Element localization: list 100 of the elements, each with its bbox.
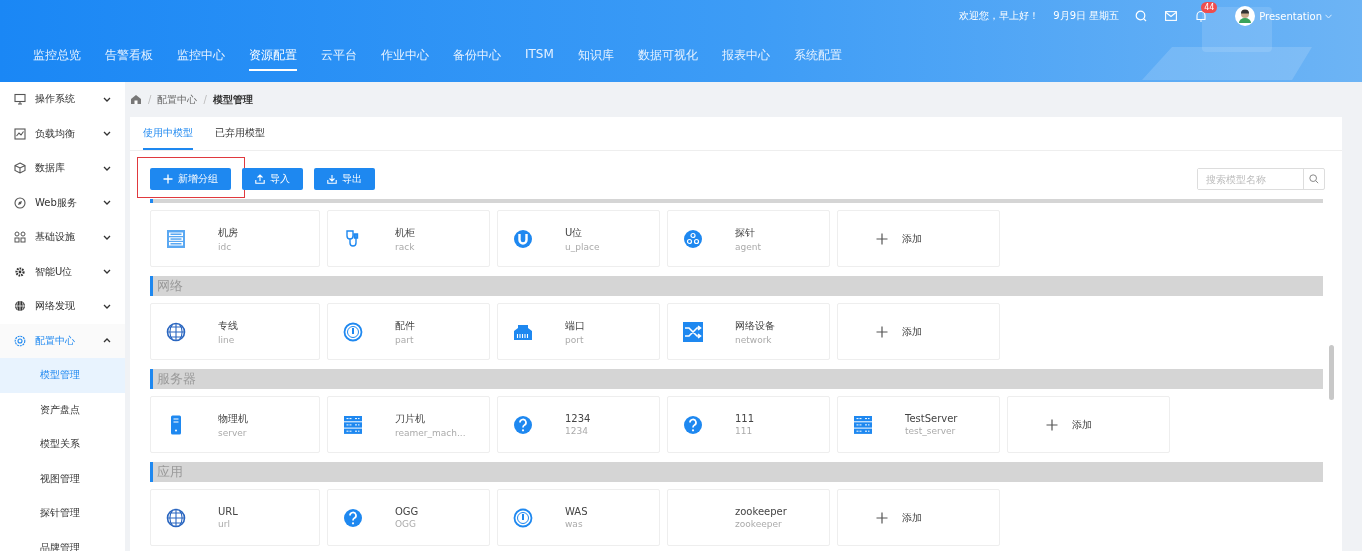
avatar-icon [1235, 6, 1256, 26]
cube-icon [14, 162, 26, 175]
model-name: 专线 [218, 318, 238, 333]
server-rack-icon [343, 414, 363, 435]
model-name: 物理机 [218, 411, 248, 426]
chevron-down-icon [1325, 13, 1332, 19]
model-code: line [218, 334, 236, 345]
home-icon [130, 94, 142, 105]
sidebar-item[interactable]: 数据库 [0, 151, 125, 186]
model-card[interactable]: WAS was [497, 489, 660, 546]
sidebar-subitem[interactable]: 探针管理 [0, 496, 125, 531]
model-card[interactable]: U位 u_place [497, 210, 660, 267]
download-icon [327, 174, 337, 184]
model-code: part [395, 334, 415, 345]
sidebar-subitem[interactable]: 品牌管理 [0, 530, 125, 551]
model-card[interactable]: 网络设备 network [667, 303, 830, 360]
model-code: 1234 [565, 426, 589, 436]
model-code: reamer_mach... [395, 427, 466, 438]
chevron-down-icon [103, 233, 111, 241]
server-list-icon [166, 228, 186, 249]
chevron-down-icon [103, 199, 111, 207]
model-name: TestServer [905, 413, 958, 424]
model-code: was [565, 519, 584, 529]
model-card[interactable]: zookeeper zookeeper [667, 489, 830, 546]
add-card[interactable]: 添加 [837, 489, 1000, 546]
search-icon [1135, 10, 1148, 22]
globe-icon [14, 300, 26, 313]
model-card[interactable]: 1234 1234 [497, 396, 660, 453]
chevron-down-icon [103, 268, 111, 276]
sidebar-item[interactable]: Web服务 [0, 185, 125, 220]
chevron-down-icon [103, 95, 111, 103]
sidebar-item[interactable]: 负载均衡 [0, 116, 125, 151]
breadcrumb-link[interactable]: 配置中心 [157, 92, 198, 107]
server-rack-icon [853, 414, 873, 435]
model-code: rack [395, 241, 415, 252]
model-card[interactable]: 刀片机 reamer_mach... [327, 396, 490, 453]
model-code: url [218, 519, 231, 529]
gauge-icon [513, 507, 533, 528]
model-code: test_server [905, 426, 957, 436]
chevron-down-icon [103, 130, 111, 138]
model-card[interactable]: 机柜 rack [327, 210, 490, 267]
breadcrumb-separator: / [203, 94, 207, 105]
model-card[interactable]: 专线 line [150, 303, 320, 360]
model-name: zookeeper [735, 506, 787, 517]
model-card[interactable]: 配件 part [327, 303, 490, 360]
breadcrumb-separator: / [148, 94, 152, 105]
gauge-icon [343, 321, 363, 342]
model-card[interactable]: 111 111 [667, 396, 830, 453]
model-card[interactable]: 物理机 server [150, 396, 320, 453]
sidebar-item[interactable]: 网络发现 [0, 289, 125, 324]
model-code: agent [735, 241, 761, 252]
letter-u-icon [513, 228, 533, 249]
chevron-up-icon [103, 337, 111, 345]
date-text: 9月9日 星期五 [1053, 9, 1120, 23]
search-icon [1309, 174, 1319, 184]
plus-icon [876, 511, 888, 524]
model-card[interactable]: TestServer test_server [837, 396, 1000, 453]
toolbar-button[interactable]: 导出 [314, 168, 375, 190]
model-card[interactable]: 端口 port [497, 303, 660, 360]
add-card[interactable]: 添加 [837, 303, 1000, 360]
sidebar-item[interactable]: 智能U位 [0, 254, 125, 289]
add-card[interactable]: 添加 [1007, 396, 1170, 453]
sidebar-item[interactable]: 操作系统 [0, 82, 125, 117]
model-name: 111 [735, 413, 755, 424]
model-name: 1234 [565, 413, 591, 424]
sidebar-subitem[interactable]: 视图管理 [0, 461, 125, 496]
model-name: 刀片机 [395, 411, 426, 426]
toolbar-button[interactable]: 新增分组 [150, 168, 231, 190]
shuffle-icon [683, 321, 703, 342]
plus-icon [876, 325, 888, 338]
compass-icon [14, 196, 26, 209]
model-card[interactable]: 探针 agent [667, 210, 830, 267]
tab[interactable]: 使用中模型 [143, 126, 193, 150]
add-card[interactable]: 添加 [837, 210, 1000, 267]
sidebar-item[interactable]: 配置中心 [0, 323, 125, 358]
question-icon [513, 414, 533, 435]
settings-icon [14, 334, 26, 347]
greeting-text: 欢迎您，早上好！ [959, 9, 1040, 23]
notification-badge: 44 [1201, 2, 1218, 13]
sidebar-subitem[interactable]: 资产盘点 [0, 392, 125, 427]
tab[interactable]: 已弃用模型 [215, 126, 265, 150]
globe-icon [166, 507, 186, 528]
model-card[interactable]: 机房 idc [150, 210, 320, 267]
line-chart-icon [14, 127, 26, 140]
monitor-icon [14, 93, 26, 106]
sidebar-item[interactable]: 基础设施 [0, 220, 125, 255]
model-code: server [218, 427, 248, 438]
plus-icon [876, 232, 888, 245]
model-name: WAS [565, 506, 588, 517]
toolbar-button[interactable]: 导入 [242, 168, 303, 190]
model-card[interactable]: URL url [150, 489, 320, 546]
sidebar-subitem[interactable]: 模型关系 [0, 427, 125, 462]
model-code: zookeeper [735, 519, 783, 529]
chevron-down-icon [103, 164, 111, 172]
model-name: 网络设备 [735, 318, 775, 333]
model-name: 配件 [395, 318, 415, 333]
scrollbar[interactable] [1329, 345, 1334, 400]
model-card[interactable]: OGG OGG [327, 489, 490, 546]
gear-icon [14, 265, 26, 278]
model-name: 机柜 [395, 225, 415, 240]
